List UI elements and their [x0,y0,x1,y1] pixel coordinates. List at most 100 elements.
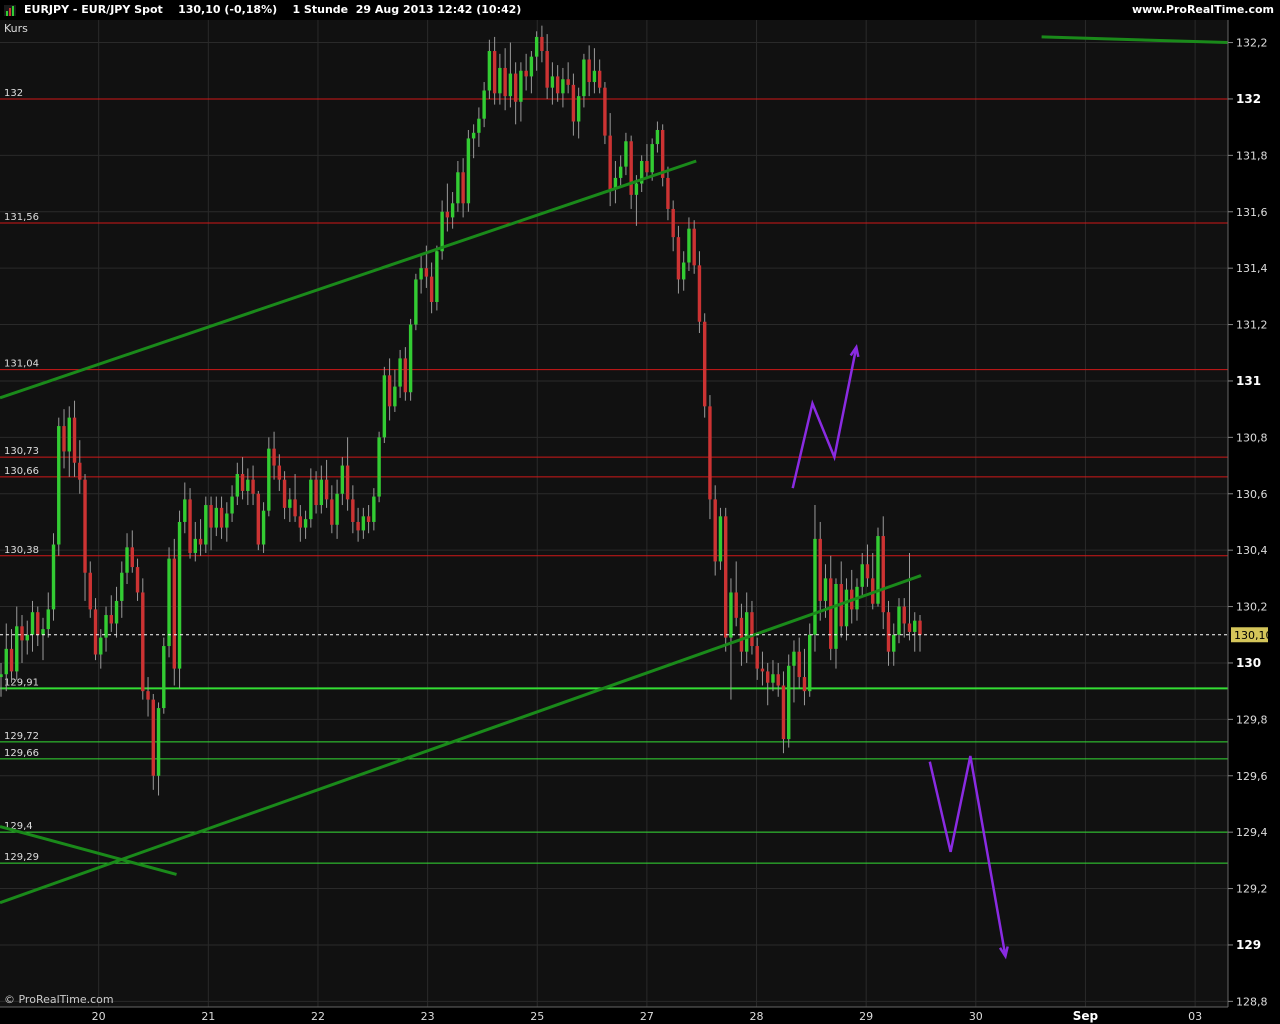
y-tick-label: 128,8 [1236,995,1268,1008]
y-tick-label: 132,2 [1236,37,1268,50]
candle-up [624,141,628,167]
candle-down [78,462,82,480]
candle-down [72,417,77,463]
price-axis-bg [1228,20,1280,1024]
candle-up [650,144,654,173]
candle-up [550,76,555,88]
candle-down [282,479,287,508]
candle-down [755,646,759,669]
x-tick-label: 20 [92,1010,106,1023]
candle-up [309,479,313,520]
candle-down [62,426,66,452]
candle-down [776,674,780,686]
candle-up [125,547,129,573]
candle-down [713,499,717,562]
candle-down [881,536,885,613]
x-tick-label: 27 [640,1010,654,1023]
candle-down [540,36,544,52]
candle-down [666,177,670,209]
candle-up [335,493,339,525]
candle-down [209,505,213,528]
candle-down [36,612,40,635]
candle-up [382,375,387,438]
y-tick-label: 131,8 [1236,149,1268,162]
candle-up [46,609,50,630]
candle-down [524,70,528,77]
candle-down [345,465,350,500]
candle-up [534,36,539,57]
candle-up [51,544,56,610]
candle-up [456,172,460,204]
x-tick-label: 23 [421,1010,435,1023]
candle-down [671,208,675,238]
candle-down [141,592,145,692]
last-price-label: 130,10 [1234,629,1273,642]
candle-down [445,211,450,218]
candle-down [324,479,329,500]
candle-up [618,166,623,178]
candle-down [351,499,355,522]
resistance-label: 131,56 [4,212,39,223]
candle-up [592,70,597,83]
candle-down [172,558,177,669]
candle-down [734,592,738,618]
candle-down [907,623,912,632]
candle-up [487,51,492,91]
x-tick-label: 30 [969,1010,983,1023]
candle-up [508,73,513,97]
candle-up [729,592,733,638]
candle-down [314,479,318,506]
candle-down [424,268,429,277]
candle-down [387,375,392,407]
y-tick-label: 131 [1236,374,1261,388]
candle-down [293,499,297,517]
y-tick-label: 129,4 [1236,826,1268,839]
candle-down [629,141,633,195]
candle-up [167,558,171,647]
candle-up [477,118,481,133]
candle-down [760,668,765,672]
candle-down [566,79,570,85]
candle-up [104,615,108,638]
x-tick-label: Sep [1073,1009,1099,1023]
candle-up [67,417,71,452]
candle-down [676,237,681,280]
candle-down [251,479,255,494]
candle-up [519,70,523,102]
candle-down [151,699,155,776]
candle-down [9,648,14,672]
y-tick-label: 131,2 [1236,319,1268,332]
candle-up [792,651,796,666]
support-label: 129,91 [4,677,39,688]
candle-down [240,474,245,491]
candle-up [267,448,271,511]
candle-down [272,448,276,466]
candle-up [162,646,166,709]
candle-up [440,211,444,252]
resistance-label: 130,66 [4,466,39,477]
x-tick-label: 03 [1188,1010,1202,1023]
candle-up [634,183,639,195]
candle-down [513,73,518,102]
candle-down [645,161,649,173]
candle-down [403,358,408,393]
candle-down [135,567,140,593]
candle-up [246,479,250,491]
candle-down [219,507,224,528]
candle-up [120,572,124,601]
candle-down [797,651,801,678]
candle-up [30,612,35,635]
candle-up [787,665,791,740]
copyright-label: © ProRealTime.com [4,993,114,1006]
candle-down [366,516,371,522]
resistance-label: 130,73 [4,446,39,457]
candle-down [697,265,702,322]
candle-down [461,172,465,204]
price-chart[interactable]: 132 131,56 131,04 130,73 130,66 130,38 129,91 1… [0,0,1280,1024]
candle-up [582,59,586,97]
candle-up [466,138,471,204]
candle-up [687,228,691,263]
candle-down [571,84,576,122]
candle-up [655,129,660,145]
candle-down [597,70,602,88]
